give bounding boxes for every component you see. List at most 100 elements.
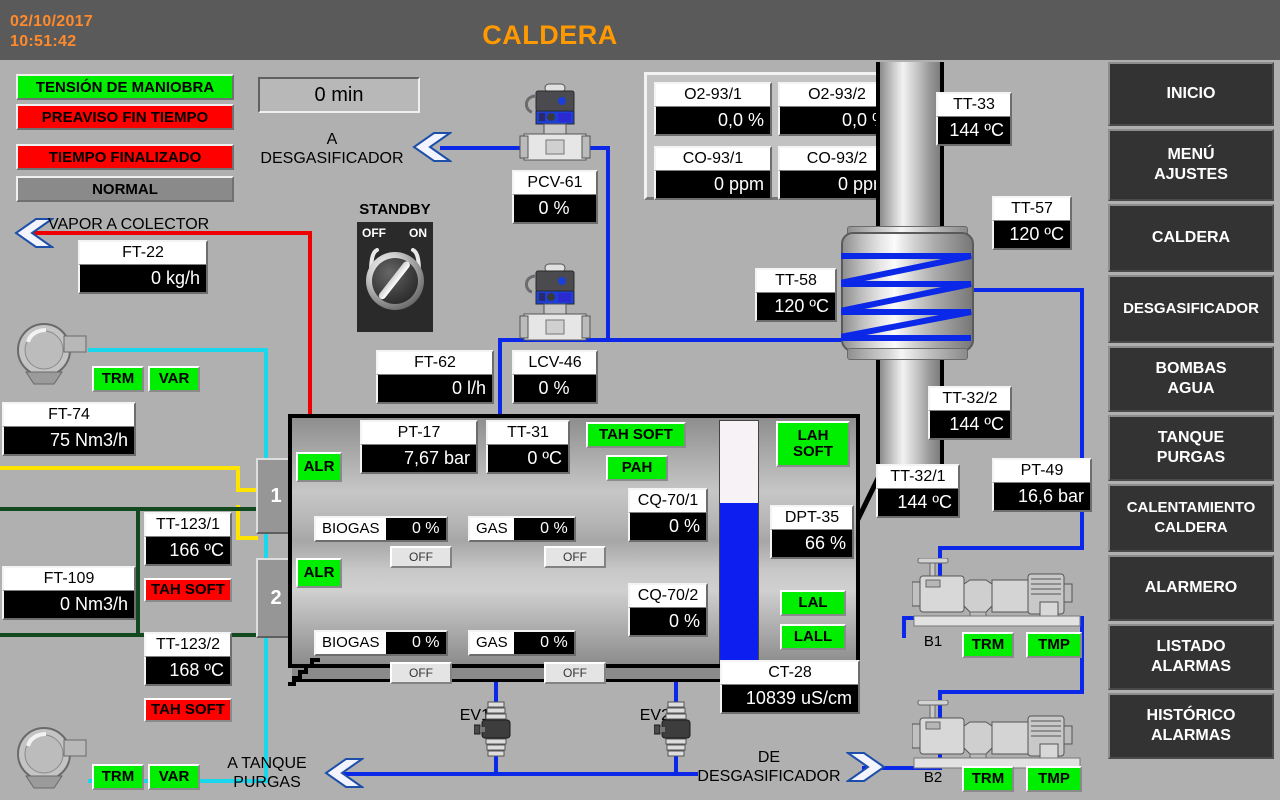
menu-item-calentamiento-caldera[interactable]: CALENTAMIENTO CALDERA: [1108, 484, 1274, 552]
drum-coil-icon: [841, 253, 972, 341]
analyzer-co-93-1: CO-93/1 0 ppm: [654, 146, 772, 200]
valve-pcv61-tag: PCV-61: [512, 170, 598, 195]
instrument-tt31: TT-31 0 ºC: [486, 420, 570, 474]
analyzer-o2-93-1-tag: O2-93/1: [654, 82, 772, 107]
heat-exchanger-drum: [841, 232, 974, 352]
nav-menu: INICIO MENÚ AJUSTES CALDERA DESGASIFICADOR B…: [1108, 62, 1274, 762]
pump-b2-icon: [912, 700, 1081, 769]
label-vapor-to-collector: VAPOR A COLECTOR: [48, 216, 210, 233]
pipe-gas-return: [0, 633, 140, 637]
valve-lcv46-icon[interactable]: [518, 262, 592, 346]
instrument-ft109: FT-109 0 Nm3/h: [2, 566, 136, 620]
boiler-corner-step-icon: [288, 658, 320, 686]
drum-bottom-flange: [847, 348, 968, 360]
fuel-line-1-gas: GAS 0 %: [468, 516, 576, 542]
valve-ev1-icon[interactable]: [474, 700, 518, 758]
alarm-pah: PAH: [606, 455, 668, 481]
standby-switch[interactable]: OFF ON: [357, 222, 433, 332]
menu-item-alarmero[interactable]: ALARMERO: [1108, 555, 1274, 621]
instrument-tt58-tag: TT-58: [755, 268, 837, 293]
instrument-ft109-tag: FT-109: [2, 566, 136, 591]
instrument-pt17-value: 7,67 bar: [360, 445, 478, 474]
timer-display: 0 min: [258, 77, 420, 113]
page-title: CALDERA: [482, 20, 618, 50]
instrument-cq70-2: CQ-70/2 0 %: [628, 583, 708, 637]
instrument-tt32-1: TT-32/1 144 ºC: [876, 464, 960, 518]
status-item-tension: TENSIÓN DE MANIOBRA: [16, 74, 234, 100]
header-bar: 02/10/2017 10:51:42 CALDERA: [0, 0, 1280, 60]
blower-top-icon: [17, 323, 87, 385]
pump-b2-trm-lamp: TRM: [962, 766, 1014, 792]
instrument-ft22-tag: FT-22: [78, 240, 208, 265]
instrument-tt33-tag: TT-33: [936, 92, 1012, 117]
fuel-line-2-biogas-state[interactable]: OFF: [390, 662, 452, 684]
fuel-line-2-biogas-label: BIOGAS: [314, 630, 386, 656]
pipe-biogas-to-burner-2: [236, 536, 258, 540]
standby-knob[interactable]: [366, 252, 424, 310]
pipe-pcv61-down: [606, 146, 610, 342]
arrow-to-purge-tank-icon: [324, 758, 364, 788]
fuel-line-1-gas-label: GAS: [468, 516, 514, 542]
pipe-gas-feed: [0, 507, 140, 511]
instrument-ft62: FT-62 0 l/h: [376, 350, 494, 404]
instrument-cq70-1: CQ-70/1 0 %: [628, 488, 708, 542]
valve-lcv46-value: 0 %: [512, 375, 598, 404]
menu-item-desgasificador[interactable]: DESGASIFICADOR: [1108, 275, 1274, 343]
fuel-line-2-gas-state[interactable]: OFF: [544, 662, 606, 684]
instrument-ct28-tag: CT-28: [720, 660, 860, 685]
instrument-tt58: TT-58 120 ºC: [755, 268, 837, 322]
arrow-from-degasifier-icon: [846, 752, 886, 782]
fuel-line-1-gas-state[interactable]: OFF: [544, 546, 606, 568]
alarm-tah-soft-2: TAH SOFT: [144, 698, 232, 722]
instrument-ct28: CT-28 10839 uS/cm: [720, 660, 860, 714]
menu-item-hist-rico-alarmas[interactable]: HISTÓRICO ALARMAS: [1108, 693, 1274, 759]
menu-item-inicio[interactable]: INICIO: [1108, 62, 1274, 126]
instrument-pt17: PT-17 7,67 bar: [360, 420, 478, 474]
analyzer-o2-93-1: O2-93/1 0,0 %: [654, 82, 772, 136]
pump-b1-label: B1: [923, 633, 943, 650]
menu-item-bombas-agua[interactable]: BOMBAS AGUA: [1108, 346, 1274, 412]
instrument-pt17-tag: PT-17: [360, 420, 478, 445]
instrument-tt123-2-tag: TT-123/2: [144, 632, 232, 657]
status-item-preaviso: PREAVISO FIN TIEMPO: [16, 104, 234, 130]
instrument-tt123-1-value: 166 ºC: [144, 537, 232, 566]
instrument-tt32-2-value: 144 ºC: [928, 411, 1012, 440]
instrument-dpt35: DPT-35 66 %: [770, 505, 854, 559]
menu-item-caldera[interactable]: CALDERA: [1108, 204, 1274, 272]
instrument-ft109-value: 0 Nm3/h: [2, 591, 136, 620]
blower-bottom-trm-lamp: TRM: [92, 764, 144, 790]
instrument-tt57: TT-57 120 ºC: [992, 196, 1072, 250]
instrument-tt32-1-value: 144 ºC: [876, 489, 960, 518]
instrument-tt123-2-value: 168 ºC: [144, 657, 232, 686]
analyzer-co-93-1-value: 0 ppm: [654, 171, 772, 200]
instrument-tt31-value: 0 ºC: [486, 445, 570, 474]
instrument-cq70-2-tag: CQ-70/2: [628, 583, 708, 608]
standby-off-label: OFF: [362, 226, 386, 240]
alarm-alr-1: ALR: [296, 452, 342, 482]
arrow-to-degasifier-icon: [412, 132, 452, 162]
instrument-tt58-value: 120 ºC: [755, 293, 837, 322]
pipe-b1-discharge-drop: [902, 616, 906, 638]
standby-knob-face: [372, 258, 418, 304]
instrument-dpt35-tag: DPT-35: [770, 505, 854, 530]
valve-ev2-icon[interactable]: [654, 700, 698, 758]
fuel-line-1-gas-value: 0 %: [513, 516, 576, 542]
fuel-line-1-biogas-state[interactable]: OFF: [390, 546, 452, 568]
valve-pcv61-icon[interactable]: [518, 82, 592, 166]
instrument-ft74-value: 75 Nm3/h: [2, 427, 136, 456]
menu-item-tanque-purgas[interactable]: TANQUE PURGAS: [1108, 415, 1274, 481]
instrument-pt49-value: 16,6 bar: [992, 483, 1092, 512]
instrument-dpt35-value: 66 %: [770, 530, 854, 559]
menu-item-listado-alarmas[interactable]: LISTADO ALARMAS: [1108, 624, 1274, 690]
alarm-lall: LALL: [780, 624, 846, 650]
standby-title: STANDBY: [359, 201, 431, 218]
menu-item-men-ajustes[interactable]: MENÚ AJUSTES: [1108, 129, 1274, 201]
valve-pcv61-value: 0 %: [512, 195, 598, 224]
analyzer-co-93-1-tag: CO-93/1: [654, 146, 772, 171]
pump-b1-tmp-lamp: TMP: [1026, 632, 1082, 658]
fuel-line-2-gas-value: 0 %: [513, 630, 576, 656]
pump-b1-trm-lamp: TRM: [962, 632, 1014, 658]
pipe-gas-to-burner-1: [136, 507, 258, 511]
alarm-lah-soft: LAH SOFT: [776, 421, 850, 467]
blower-top-var-lamp: VAR: [148, 366, 200, 392]
